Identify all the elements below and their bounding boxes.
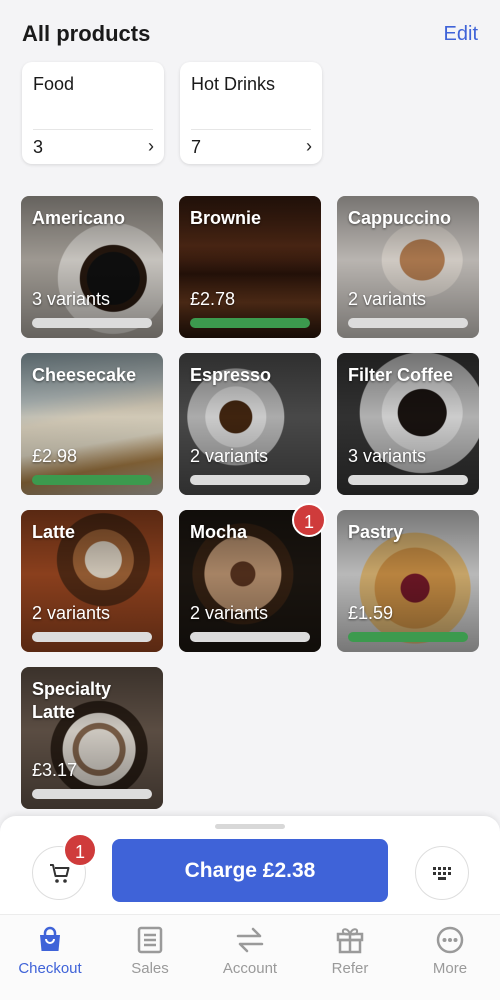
- product-price: £3.17: [32, 760, 78, 780]
- category-count: 3: [33, 137, 44, 157]
- edit-button[interactable]: Edit: [444, 18, 478, 50]
- product-grid: Americano 3 variants Brownie £2.78 Cappu…: [21, 196, 479, 809]
- receipt-icon: [137, 926, 163, 954]
- tab-label: More: [432, 960, 468, 977]
- keypad-icon: [433, 867, 451, 880]
- category-name: Food: [33, 74, 75, 94]
- stock-bar: [348, 475, 468, 485]
- product-info: 2 variants: [348, 289, 427, 309]
- cart-icon: [50, 864, 70, 883]
- category-name: Hot Drinks: [191, 74, 276, 94]
- tab-refer[interactable]: Refer: [300, 915, 400, 1000]
- product-name: Pastry: [348, 522, 404, 542]
- product-tile-filter-coffee[interactable]: Filter Coffee 3 variants: [337, 353, 479, 495]
- product-tile-pastry[interactable]: Pastry £1.59: [337, 510, 479, 652]
- stock-bar: [32, 475, 152, 485]
- product-name: Americano: [32, 208, 126, 228]
- chevron-right-icon: ›: [306, 136, 312, 156]
- keypad-button[interactable]: [415, 846, 469, 900]
- stock-bar: [348, 318, 468, 328]
- tab-label: Refer: [331, 960, 369, 977]
- category-list: Food 3 › Hot Drinks 7 ›: [22, 62, 322, 164]
- transfer-icon: [236, 927, 264, 953]
- stock-bar: [348, 632, 468, 642]
- divider: [191, 129, 311, 130]
- page-title: All products: [22, 21, 151, 46]
- product-info: 2 variants: [190, 603, 269, 623]
- product-tile-cheesecake[interactable]: Cheesecake £2.98: [21, 353, 163, 495]
- category-card-hot-drinks[interactable]: Hot Drinks 7 ›: [180, 62, 322, 164]
- tab-more[interactable]: More: [400, 915, 500, 1000]
- product-tile-latte[interactable]: Latte 2 variants: [21, 510, 163, 652]
- product-price: £2.78: [190, 289, 236, 309]
- mocha-quantity-badge: 1: [292, 503, 326, 537]
- tab-bar: Checkout Sales Account Refer More: [0, 914, 500, 1000]
- product-name: Filter Coffee: [348, 365, 454, 385]
- stock-bar: [32, 632, 152, 642]
- product-name: Specialty Latte: [32, 679, 112, 722]
- product-tile-brownie[interactable]: Brownie £2.78: [179, 196, 321, 338]
- product-info: 3 variants: [348, 446, 427, 466]
- product-info: 2 variants: [190, 446, 269, 466]
- tab-label: Checkout: [18, 960, 82, 977]
- cart-badge: 1: [63, 833, 97, 867]
- more-icon: [436, 926, 464, 954]
- product-tile-specialty-latte[interactable]: Specialty Latte £3.17: [21, 667, 163, 809]
- tab-account[interactable]: Account: [200, 915, 300, 1000]
- tab-checkout[interactable]: Checkout: [0, 915, 100, 1000]
- product-name: Cheesecake: [32, 365, 137, 385]
- bag-icon: [40, 926, 60, 951]
- drag-handle[interactable]: [215, 824, 285, 829]
- header: All products Edit: [22, 18, 478, 50]
- product-info: 3 variants: [32, 289, 111, 309]
- product-tile-americano[interactable]: Americano 3 variants: [21, 196, 163, 338]
- category-count: 7: [191, 137, 202, 157]
- checkout-panel: 1 Charge £2.38: [0, 816, 500, 914]
- product-price: £2.98: [32, 446, 78, 466]
- stock-bar: [32, 318, 152, 328]
- product-tile-cappuccino[interactable]: Cappuccino 2 variants: [337, 196, 479, 338]
- stock-bar: [190, 318, 310, 328]
- divider: [33, 129, 153, 130]
- stock-bar: [32, 789, 152, 799]
- stock-bar: [190, 475, 310, 485]
- product-name: Espresso: [190, 365, 272, 385]
- charge-button[interactable]: Charge £2.38: [112, 839, 388, 902]
- tab-label: Account: [222, 960, 278, 977]
- product-name: Brownie: [190, 208, 262, 228]
- category-card-food[interactable]: Food 3 ›: [22, 62, 164, 164]
- product-name: Latte: [32, 522, 76, 542]
- chevron-right-icon: ›: [148, 136, 154, 156]
- gift-icon: [336, 928, 364, 954]
- stock-bar: [190, 632, 310, 642]
- product-price: £1.59: [348, 603, 394, 623]
- tab-label: Sales: [131, 960, 169, 977]
- product-tile-espresso[interactable]: Espresso 2 variants: [179, 353, 321, 495]
- product-name: Cappuccino: [348, 208, 452, 228]
- tab-sales[interactable]: Sales: [100, 915, 200, 1000]
- product-info: 2 variants: [32, 603, 111, 623]
